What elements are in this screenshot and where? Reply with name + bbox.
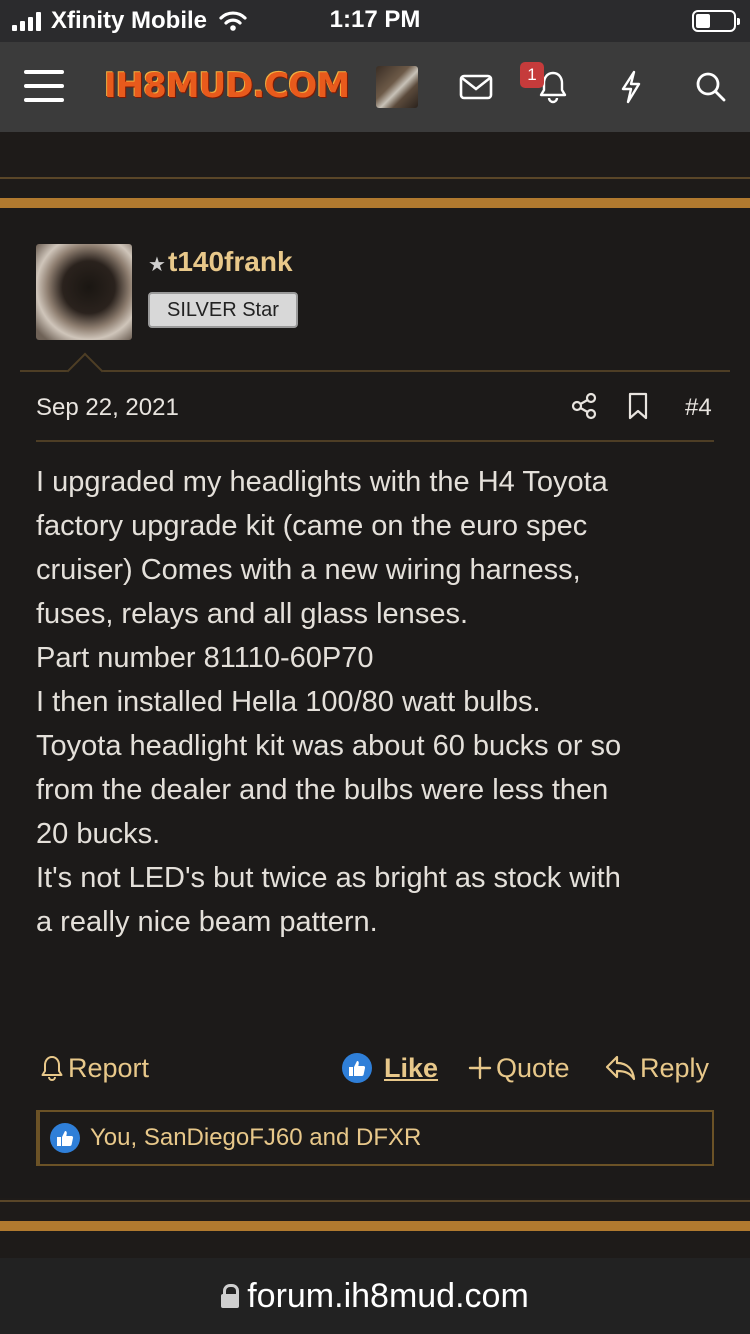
thumbs-up-icon bbox=[50, 1123, 80, 1153]
divider bbox=[0, 177, 750, 179]
status-time: 1:17 PM bbox=[329, 6, 421, 33]
menu-icon[interactable] bbox=[24, 70, 64, 102]
report-button[interactable]: Report bbox=[40, 1048, 149, 1088]
body-line: I then installed Hella 100/80 watt bulbs… bbox=[36, 686, 541, 718]
poster-username[interactable]: t140frank bbox=[168, 246, 293, 278]
like-label: Like bbox=[384, 1052, 439, 1083]
body-line: fuses, relays and all glass lenses. bbox=[36, 598, 468, 630]
post-number[interactable]: #4 bbox=[685, 394, 712, 422]
reply-label: Reply bbox=[640, 1052, 710, 1083]
forum-post: ★ t140frank SILVER Star Sep 22, 2021 #4 … bbox=[0, 208, 750, 1198]
quote-button[interactable]: Quote bbox=[468, 1048, 570, 1088]
like-button[interactable]: Like bbox=[342, 1048, 438, 1088]
report-label: Report bbox=[68, 1052, 150, 1083]
body-line: Toyota headlight kit was about 60 bucks … bbox=[36, 730, 622, 762]
body-line: 20 bucks. bbox=[36, 818, 161, 850]
star-icon: ★ bbox=[148, 254, 166, 276]
app-header: IH8MUD.COM 1 bbox=[0, 42, 750, 132]
search-icon[interactable] bbox=[688, 64, 734, 110]
poster-avatar[interactable] bbox=[36, 244, 132, 340]
plus-icon bbox=[468, 1056, 492, 1080]
body-line: factory upgrade kit (came on the euro sp… bbox=[36, 510, 588, 542]
thumbs-up-icon bbox=[342, 1053, 372, 1083]
user-avatar[interactable] bbox=[376, 66, 418, 108]
bell-outline-icon bbox=[41, 1056, 63, 1081]
envelope-icon[interactable] bbox=[453, 64, 499, 110]
status-bar: Xfinity Mobile 1:17 PM bbox=[0, 0, 750, 42]
share-icon[interactable] bbox=[570, 392, 598, 425]
post-date[interactable]: Sep 22, 2021 bbox=[36, 394, 179, 422]
post-body: I upgraded my headlights with the H4 Toy… bbox=[36, 460, 726, 944]
bookmark-icon[interactable] bbox=[626, 392, 650, 425]
battery-icon bbox=[692, 10, 740, 32]
body-line: from the dealer and the bulbs were less … bbox=[36, 774, 609, 806]
reply-button[interactable]: Reply bbox=[604, 1048, 709, 1088]
divider bbox=[0, 1200, 750, 1202]
accent-divider bbox=[0, 198, 750, 208]
quote-label: Quote bbox=[496, 1052, 570, 1083]
likes-summary-text: You, SanDiegoFJ60 and DFXR bbox=[90, 1124, 422, 1151]
user-rank-badge: SILVER Star bbox=[148, 292, 298, 328]
lock-icon bbox=[221, 1284, 240, 1308]
meta-divider bbox=[36, 440, 714, 442]
reply-icon bbox=[605, 1055, 636, 1081]
site-logo[interactable]: IH8MUD.COM bbox=[104, 66, 350, 106]
accent-divider bbox=[0, 1221, 750, 1231]
browser-url-bar[interactable]: forum.ih8mud.com bbox=[0, 1258, 750, 1334]
notification-badge: 1 bbox=[520, 62, 544, 88]
url-text[interactable]: forum.ih8mud.com bbox=[247, 1277, 529, 1316]
post-actions: Report Like Quote Reply bbox=[36, 1048, 714, 1088]
body-line: It's not LED's but twice as bright as st… bbox=[36, 862, 621, 894]
post-divider bbox=[20, 370, 730, 372]
body-line: I upgraded my headlights with the H4 Toy… bbox=[36, 466, 608, 498]
body-line: cruiser) Comes with a new wiring harness… bbox=[36, 554, 581, 586]
divider-notch bbox=[66, 352, 104, 390]
body-line: Part number 81110-60P70 bbox=[36, 642, 374, 674]
lightning-icon[interactable] bbox=[608, 64, 654, 110]
body-line: a really nice beam pattern. bbox=[36, 906, 378, 938]
likes-summary[interactable]: You, SanDiegoFJ60 and DFXR bbox=[36, 1110, 714, 1166]
